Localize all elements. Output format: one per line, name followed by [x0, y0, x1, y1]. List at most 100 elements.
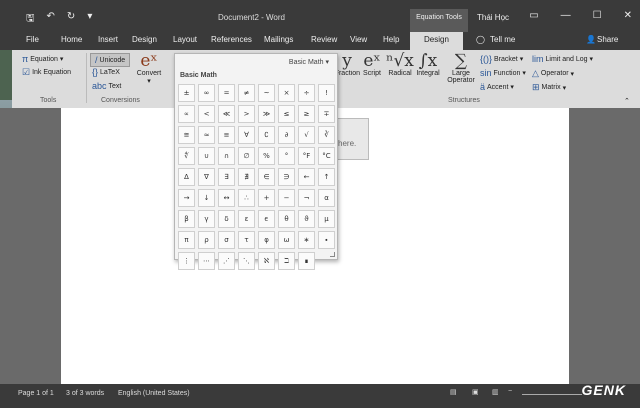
symbol-button[interactable]: φ [258, 231, 275, 249]
symbol-button[interactable]: ≈ [198, 126, 215, 144]
symbol-button[interactable]: + [258, 189, 275, 207]
symbol-button[interactable]: σ [218, 231, 235, 249]
close-icon[interactable]: ✕ [624, 10, 632, 21]
symbol-button[interactable]: β [178, 210, 195, 228]
symbol-button[interactable]: ℵ [258, 252, 275, 270]
symbol-button[interactable]: ≠ [238, 84, 255, 102]
integral-button[interactable]: ∫x Integral [414, 52, 442, 77]
symbol-button[interactable]: ρ [198, 231, 215, 249]
text-button[interactable]: abc Text [92, 81, 121, 91]
symbol-button[interactable]: ∞ [198, 84, 215, 102]
symbol-button[interactable]: ∗ [298, 231, 315, 249]
symbol-button[interactable]: ← [298, 168, 315, 186]
collapse-ribbon-icon[interactable]: ⌃ [624, 97, 630, 105]
save-icon[interactable]: 🖫 [26, 11, 35, 28]
symbol-button[interactable]: ∓ [318, 105, 335, 123]
user-name[interactable]: Thái Học [477, 13, 509, 22]
tab-design[interactable]: Design [132, 35, 157, 44]
language-indicator[interactable]: English (United States) [118, 390, 190, 397]
tab-help[interactable]: Help [383, 35, 399, 44]
symbol-button[interactable]: < [198, 105, 215, 123]
tab-review[interactable]: Review [311, 35, 337, 44]
symbol-button[interactable]: ≥ [298, 105, 315, 123]
symbol-button[interactable]: ∁ [258, 126, 275, 144]
symbol-button[interactable]: α [318, 189, 335, 207]
tab-file[interactable]: File [26, 35, 39, 44]
ribbon-display-icon[interactable]: ▭ [529, 10, 538, 21]
symbol-button[interactable]: ϑ [298, 210, 315, 228]
symbol-button[interactable]: ÷ [298, 84, 315, 102]
symbol-button[interactable]: ≅ [178, 126, 195, 144]
maximize-icon[interactable]: ☐ [593, 10, 602, 21]
matrix-button[interactable]: ⊞ Matrix ▾ [532, 82, 566, 93]
symbol-button[interactable]: ⋮ [178, 252, 195, 270]
symbol-button[interactable]: √ [298, 126, 315, 144]
symbol-button[interactable]: ⋯ [198, 252, 215, 270]
word-count[interactable]: 3 of 3 words [66, 390, 104, 397]
symbol-button[interactable]: ℶ [278, 252, 295, 270]
symbol-button[interactable]: ¬ [298, 189, 315, 207]
unicode-button[interactable]: / Unicode [90, 53, 131, 67]
radical-button[interactable]: ⁿ√x Radical [386, 52, 414, 77]
script-button[interactable]: eˣ Script [360, 52, 384, 77]
tab-equation-design[interactable]: Design [410, 32, 463, 50]
web-layout-icon[interactable]: ▥ [492, 388, 499, 396]
tab-view[interactable]: View [350, 35, 367, 44]
accent-button[interactable]: ä Accent ▾ [480, 82, 514, 92]
symbol-button[interactable]: ∀ [238, 126, 255, 144]
symbol-button[interactable]: → [178, 189, 195, 207]
symbol-button[interactable]: ∄ [238, 168, 255, 186]
symbol-button[interactable]: ε [238, 210, 255, 228]
symbol-button[interactable]: ⋱ [238, 252, 255, 270]
symbol-button[interactable]: μ [318, 210, 335, 228]
redo-icon[interactable]: ↻ [67, 11, 75, 28]
share-button[interactable]: Share [597, 35, 618, 44]
tab-references[interactable]: References [211, 35, 252, 44]
latex-button[interactable]: {} LaTeX [92, 67, 120, 77]
symbol-button[interactable]: = [218, 84, 235, 102]
symbol-button[interactable]: ∙ [318, 231, 335, 249]
tab-home[interactable]: Home [61, 35, 82, 44]
symbol-button[interactable]: ∴ [238, 189, 255, 207]
symbol-button[interactable]: γ [198, 210, 215, 228]
symbol-button[interactable]: ≡ [218, 126, 235, 144]
symbol-button[interactable]: ∪ [198, 147, 215, 165]
symbol-button[interactable]: ↓ [198, 189, 215, 207]
symbol-button[interactable]: ∃ [218, 168, 235, 186]
symbol-button[interactable]: ≫ [258, 105, 275, 123]
convert-button[interactable]: eˣ Convert ▾ [136, 52, 162, 85]
symbol-button[interactable]: ∩ [218, 147, 235, 165]
read-mode-icon[interactable]: ▤ [450, 388, 457, 396]
limit-log-button[interactable]: lim Limit and Log ▾ [532, 54, 593, 64]
symbol-button[interactable]: ± [178, 84, 195, 102]
symbol-button[interactable]: > [238, 105, 255, 123]
symbol-button[interactable]: ∇ [198, 168, 215, 186]
symbol-button[interactable]: ∛ [318, 126, 335, 144]
large-operator-button[interactable]: ∑ Large Operator [444, 52, 478, 84]
symbol-button[interactable]: ! [318, 84, 335, 102]
undo-icon[interactable]: ↶ [47, 11, 55, 28]
symbol-button[interactable]: % [258, 147, 275, 165]
equation-placeholder[interactable]: here. [335, 118, 369, 160]
tell-me-search[interactable]: Tell me [490, 35, 515, 44]
operator-button[interactable]: △ Operator ▾ [532, 68, 574, 79]
symbol-button[interactable]: ↑ [318, 168, 335, 186]
symbol-button[interactable]: ∜ [178, 147, 195, 165]
symbol-button[interactable]: ∎ [298, 252, 315, 270]
minimize-icon[interactable]: — [561, 10, 571, 21]
symbol-button[interactable]: ↔ [218, 189, 235, 207]
gallery-category-selector[interactable]: Basic Math ▾ [289, 58, 329, 66]
symbol-button[interactable]: ≤ [278, 105, 295, 123]
symbol-button[interactable]: ∅ [238, 147, 255, 165]
zoom-out-icon[interactable]: − [508, 388, 512, 395]
symbol-button[interactable]: ω [278, 231, 295, 249]
customize-qat-icon[interactable]: ▾ [87, 11, 92, 28]
symbol-button[interactable]: °F [298, 147, 315, 165]
function-button[interactable]: sin Function ▾ [480, 68, 526, 78]
symbol-button[interactable]: π [178, 231, 195, 249]
symbol-button[interactable]: ϵ [258, 210, 275, 228]
symbol-button[interactable]: ⋰ [218, 252, 235, 270]
page-count[interactable]: Page 1 of 1 [18, 390, 54, 397]
resize-grip[interactable] [330, 252, 335, 257]
tab-insert[interactable]: Insert [98, 35, 118, 44]
